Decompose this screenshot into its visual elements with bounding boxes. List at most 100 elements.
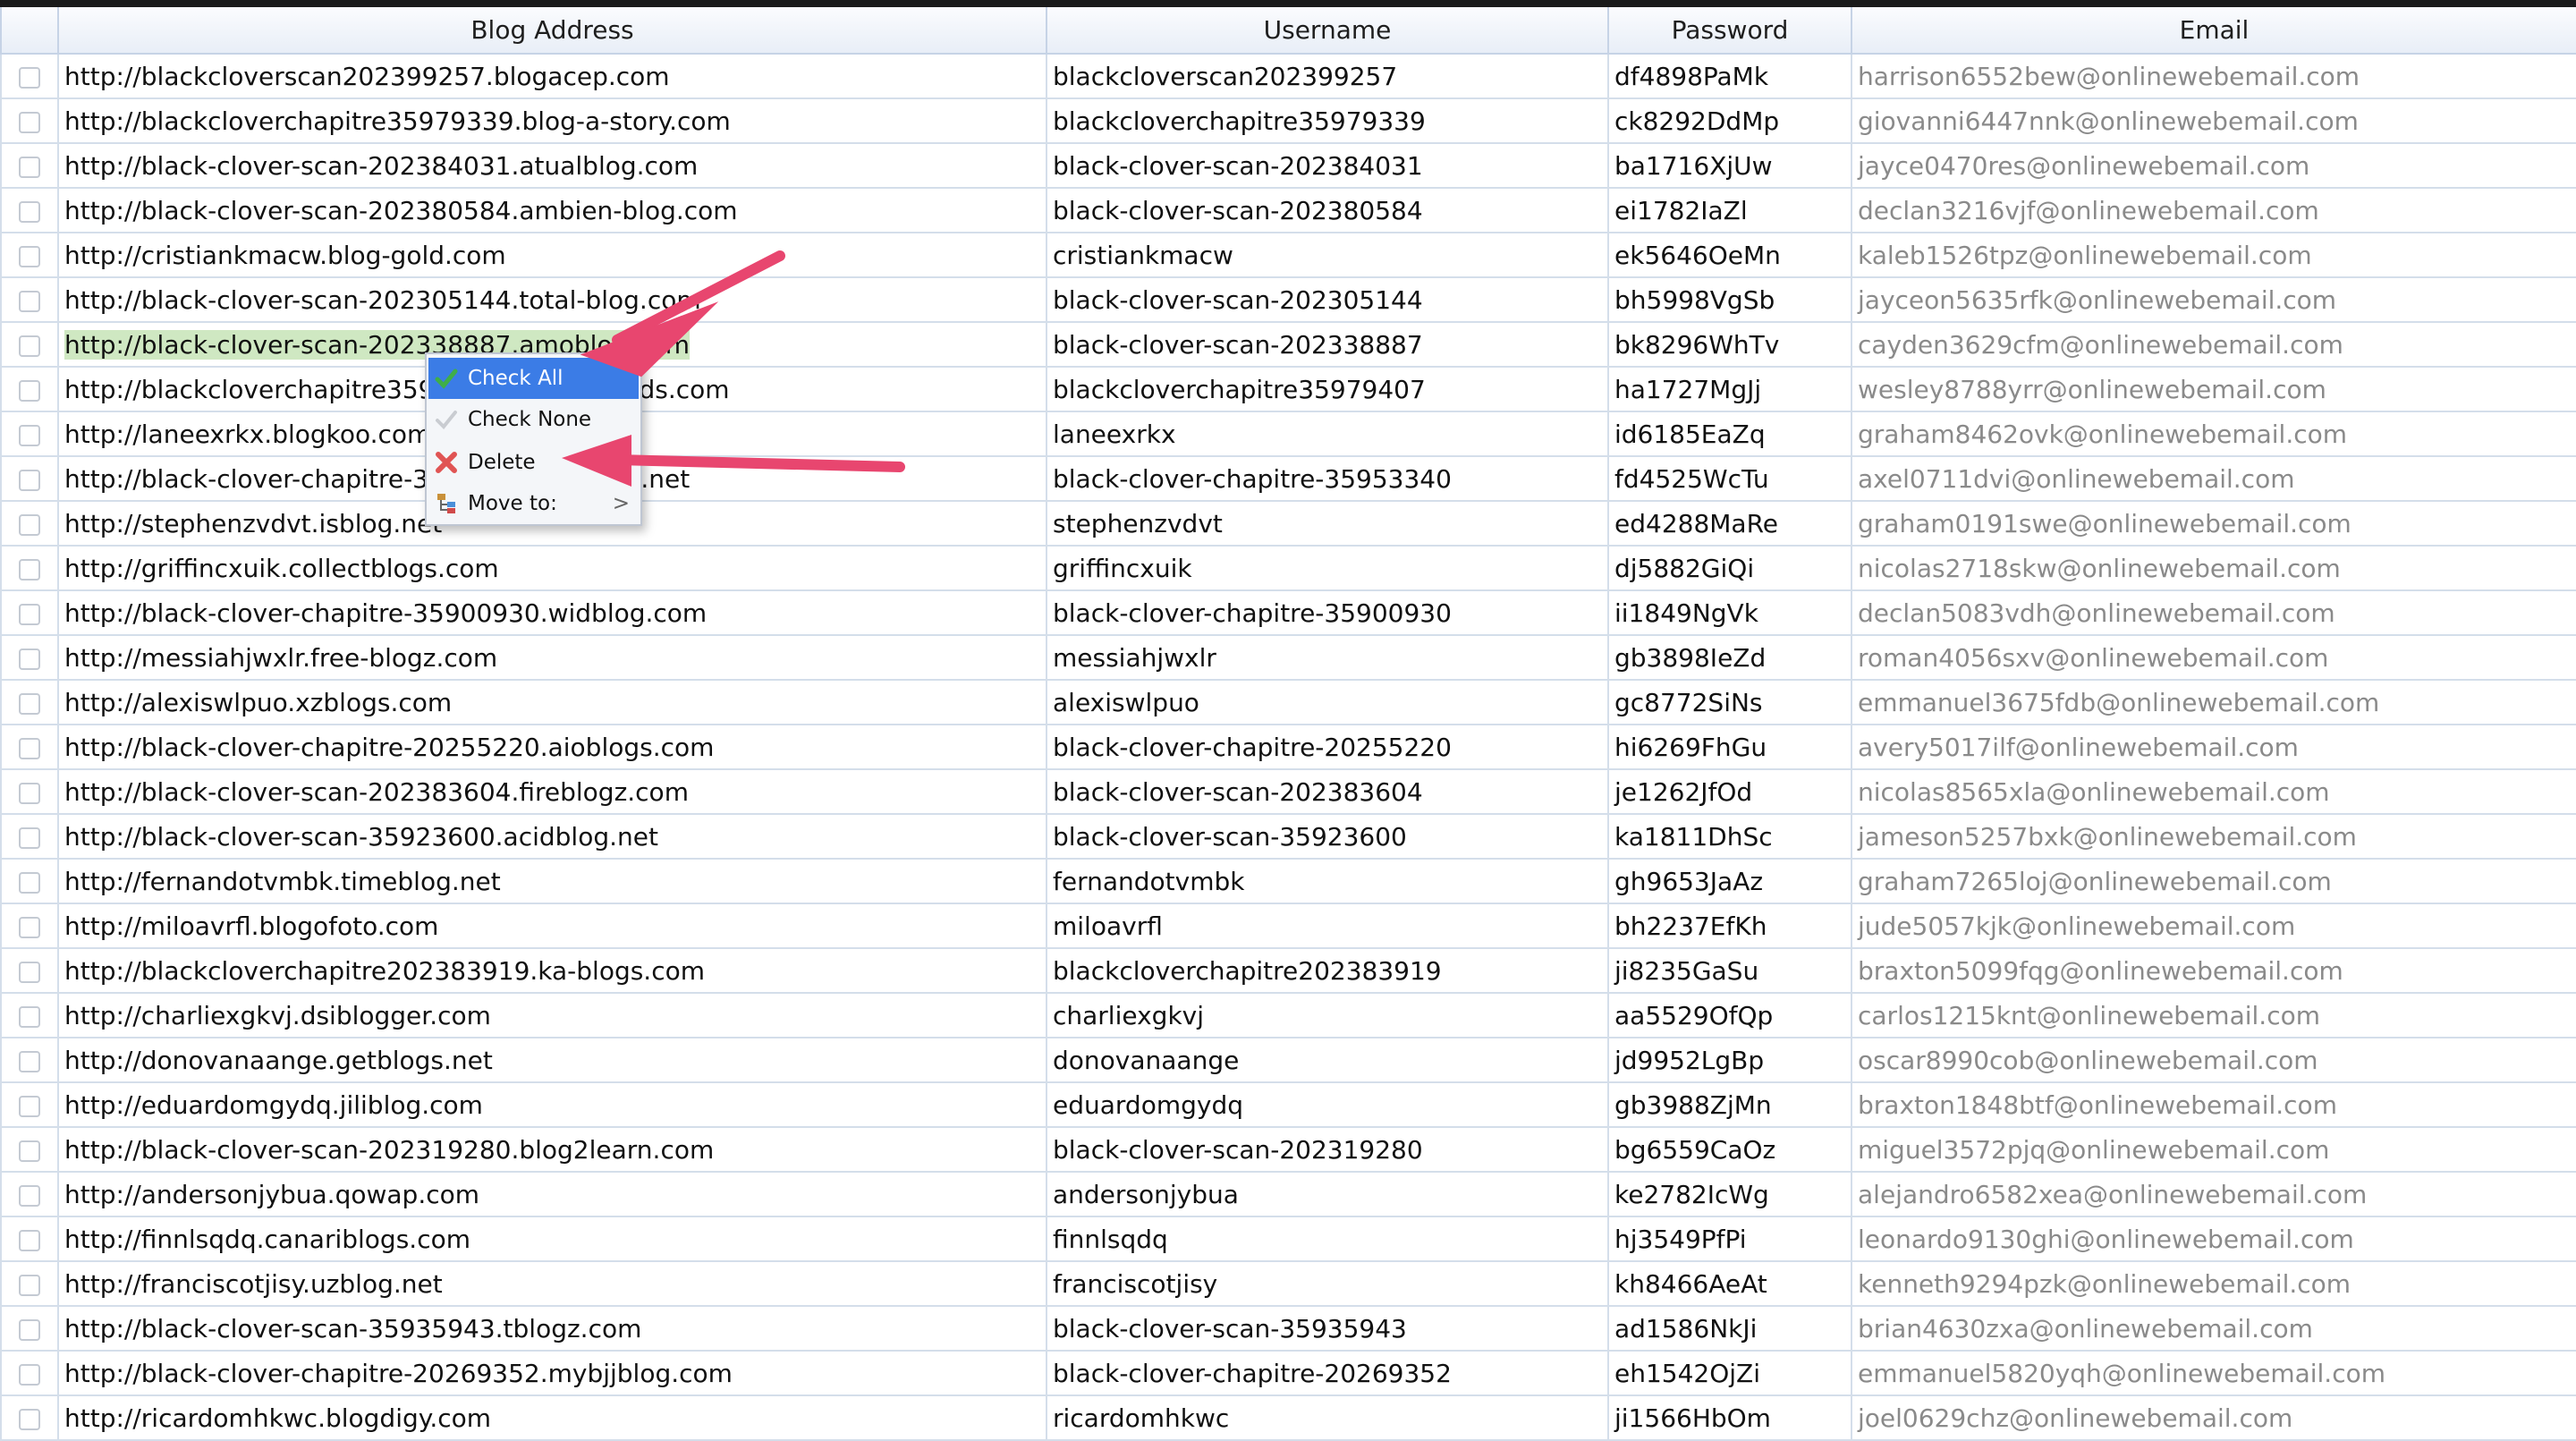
email-cell[interactable]: joel0629chz@onlinewebemail.com — [1851, 1394, 2576, 1441]
row-checkbox-cell[interactable] — [0, 366, 59, 412]
password-cell[interactable]: ka1811DhSc — [1607, 813, 1852, 860]
email-cell[interactable]: emmanuel3675fdb@onlinewebemail.com — [1851, 679, 2576, 725]
row-checkbox-cell[interactable] — [0, 992, 59, 1038]
username-cell[interactable]: cristiankmacw — [1046, 232, 1609, 278]
username-cell[interactable]: blackcloverchapitre35979407 — [1046, 366, 1609, 412]
row-checkbox-cell[interactable] — [0, 53, 59, 99]
password-cell[interactable]: hi6269FhGu — [1607, 724, 1852, 770]
row-checkbox-cell[interactable] — [0, 1350, 59, 1396]
email-cell[interactable]: kenneth9294pzk@onlinewebemail.com — [1851, 1260, 2576, 1307]
row-checkbox-cell[interactable] — [0, 768, 59, 815]
row-checkbox[interactable] — [19, 290, 40, 312]
row-checkbox-cell[interactable] — [0, 1171, 59, 1217]
table-row[interactable]: http://black-clover-scan-202338887.amobl… — [0, 321, 2576, 368]
username-cell[interactable]: blackcloverchapitre35979339 — [1046, 97, 1609, 144]
table-row[interactable]: http://franciscotjisy.uzblog.net francisc… — [0, 1260, 2576, 1307]
username-cell[interactable]: black-clover-scan-35923600 — [1046, 813, 1609, 860]
email-cell[interactable]: graham8462ovk@onlinewebemail.com — [1851, 411, 2576, 457]
email-cell[interactable]: roman4056sxv@onlinewebemail.com — [1851, 634, 2576, 681]
row-checkbox[interactable] — [19, 603, 40, 625]
row-checkbox[interactable] — [19, 513, 40, 536]
menu-item-delete[interactable]: Delete — [428, 442, 639, 483]
table-row[interactable]: http://ricardomhkwc.blogdigy.com ricardom… — [0, 1394, 2576, 1441]
username-cell[interactable]: stephenzvdvt — [1046, 500, 1609, 547]
row-checkbox[interactable] — [19, 1408, 40, 1430]
row-checkbox[interactable] — [19, 335, 40, 357]
table-row[interactable]: http://laneexrkx.blogkoo.com laneexrkx id6… — [0, 411, 2576, 457]
password-cell[interactable]: gc8772SiNs — [1607, 679, 1852, 725]
row-checkbox-cell[interactable] — [0, 1126, 59, 1173]
username-cell[interactable]: black-clover-scan-202380584 — [1046, 187, 1609, 233]
table-row[interactable]: http://fernandotvmbk.timeblog.net fernand… — [0, 858, 2576, 904]
username-cell[interactable]: finnlsqdq — [1046, 1216, 1609, 1262]
password-cell[interactable]: ei1782IaZl — [1607, 187, 1852, 233]
email-cell[interactable]: harrison6552bew@onlinewebemail.com — [1851, 53, 2576, 99]
blog-address-cell[interactable]: http://black-clover-chapitre-20255220.ai… — [57, 724, 1047, 770]
username-cell[interactable]: fernandotvmbk — [1046, 858, 1609, 904]
password-cell[interactable]: gb3898IeZd — [1607, 634, 1852, 681]
email-cell[interactable]: graham0191swe@onlinewebemail.com — [1851, 500, 2576, 547]
blog-address-cell[interactable]: http://blackcloverchapitre35979339.blog-… — [57, 97, 1047, 144]
row-checkbox-cell[interactable] — [0, 500, 59, 547]
table-row[interactable]: http://black-clover-scan-202384031.atual… — [0, 142, 2576, 189]
row-checkbox-cell[interactable] — [0, 1037, 59, 1083]
blog-address-cell[interactable]: http://ricardomhkwc.blogdigy.com — [57, 1394, 1047, 1441]
password-cell[interactable]: dj5882GiQi — [1607, 545, 1852, 591]
blog-address-cell[interactable]: http://fernandotvmbk.timeblog.net — [57, 858, 1047, 904]
column-header-select[interactable] — [0, 7, 59, 55]
username-cell[interactable]: miloavrfl — [1046, 903, 1609, 949]
email-cell[interactable]: avery5017ilf@onlinewebemail.com — [1851, 724, 2576, 770]
username-cell[interactable]: eduardomgydq — [1046, 1081, 1609, 1128]
email-cell[interactable]: miguel3572pjq@onlinewebemail.com — [1851, 1126, 2576, 1173]
row-checkbox-cell[interactable] — [0, 321, 59, 368]
username-cell[interactable]: black-clover-scan-35935943 — [1046, 1305, 1609, 1352]
column-header-username[interactable]: Username — [1046, 7, 1609, 55]
blog-address-cell[interactable]: http://black-clover-scan-202319280.blog2… — [57, 1126, 1047, 1173]
password-cell[interactable]: ji1566HbOm — [1607, 1394, 1852, 1441]
username-cell[interactable]: charliexgkvj — [1046, 992, 1609, 1038]
password-cell[interactable]: eh1542OjZi — [1607, 1350, 1852, 1396]
username-cell[interactable]: black-clover-chapitre-35953340 — [1046, 455, 1609, 502]
password-cell[interactable]: ji8235GaSu — [1607, 947, 1852, 994]
blog-address-cell[interactable]: http://black-clover-chapitre-35900930.wi… — [57, 589, 1047, 636]
blog-address-cell[interactable]: http://blackcloverscan202399257.blogacep… — [57, 53, 1047, 99]
password-cell[interactable]: ek5646OeMn — [1607, 232, 1852, 278]
row-checkbox-cell[interactable] — [0, 455, 59, 502]
blog-address-cell[interactable]: http://black-clover-scan-202384031.atual… — [57, 142, 1047, 189]
email-cell[interactable]: jayceon5635rfk@onlinewebemail.com — [1851, 276, 2576, 323]
email-cell[interactable]: wesley8788yrr@onlinewebemail.com — [1851, 366, 2576, 412]
blog-address-cell[interactable]: http://messiahjwxlr.free-blogz.com — [57, 634, 1047, 681]
row-checkbox-cell[interactable] — [0, 142, 59, 189]
row-checkbox-cell[interactable] — [0, 187, 59, 233]
password-cell[interactable]: ed4288MaRe — [1607, 500, 1852, 547]
table-row[interactable]: http://black-clover-chapitre-20269352.my… — [0, 1350, 2576, 1396]
blog-address-cell[interactable]: http://franciscotjisy.uzblog.net — [57, 1260, 1047, 1307]
row-checkbox[interactable] — [19, 1363, 40, 1386]
password-cell[interactable]: bh5998VgSb — [1607, 276, 1852, 323]
row-checkbox[interactable] — [19, 200, 40, 223]
row-checkbox[interactable] — [19, 245, 40, 267]
row-checkbox[interactable] — [19, 1318, 40, 1341]
blog-address-cell[interactable]: http://griffincxuik.collectblogs.com — [57, 545, 1047, 591]
email-cell[interactable]: carlos1215knt@onlinewebemail.com — [1851, 992, 2576, 1038]
password-cell[interactable]: kh8466AeAt — [1607, 1260, 1852, 1307]
password-cell[interactable]: ba1716XjUw — [1607, 142, 1852, 189]
password-cell[interactable]: bh2237EfKh — [1607, 903, 1852, 949]
password-cell[interactable]: gh9653JaAz — [1607, 858, 1852, 904]
blog-address-cell[interactable]: http://alexiswlpuo.xzblogs.com — [57, 679, 1047, 725]
row-checkbox[interactable] — [19, 1184, 40, 1207]
password-cell[interactable]: id6185EaZq — [1607, 411, 1852, 457]
username-cell[interactable]: black-clover-chapitre-20269352 — [1046, 1350, 1609, 1396]
row-checkbox-cell[interactable] — [0, 1305, 59, 1352]
row-checkbox-cell[interactable] — [0, 276, 59, 323]
row-checkbox[interactable] — [19, 1095, 40, 1117]
email-cell[interactable]: oscar8990cob@onlinewebemail.com — [1851, 1037, 2576, 1083]
table-row[interactable]: http://cristiankmacw.blog-gold.com cristi… — [0, 232, 2576, 278]
row-checkbox-cell[interactable] — [0, 813, 59, 860]
blog-address-cell[interactable]: http://andersonjybua.qowap.com — [57, 1171, 1047, 1217]
table-row[interactable]: http://black-clover-scan-202383604.fireb… — [0, 768, 2576, 815]
blog-address-cell[interactable]: http://charliexgkvj.dsiblogger.com — [57, 992, 1047, 1038]
row-checkbox[interactable] — [19, 871, 40, 894]
username-cell[interactable]: black-clover-scan-202384031 — [1046, 142, 1609, 189]
email-cell[interactable]: jayce0470res@onlinewebemail.com — [1851, 142, 2576, 189]
